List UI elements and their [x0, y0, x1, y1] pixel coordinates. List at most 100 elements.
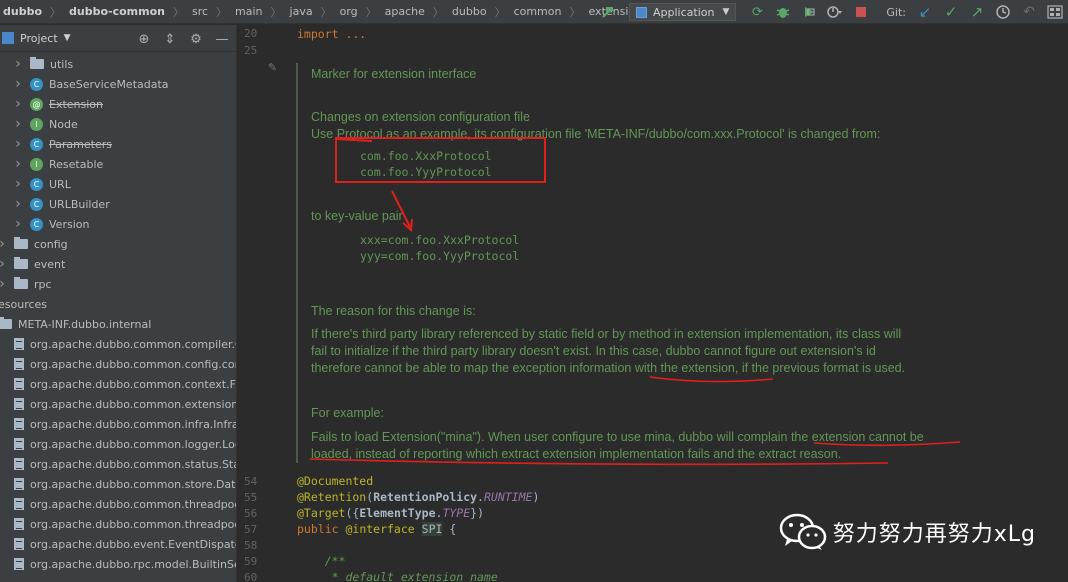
red-underline-annotation [649, 376, 774, 383]
tree-file-item[interactable]: org.apache.dubbo.common.infra.InfraAdapt [14, 414, 237, 434]
tree-file-item[interactable]: org.apache.dubbo.common.context.Framew [14, 374, 236, 394]
breadcrumb-item[interactable]: dubbo [449, 0, 490, 23]
tree-item[interactable]: › C URL [12, 174, 71, 194]
breadcrumb-item[interactable]: common [511, 0, 565, 23]
project-structure-icon[interactable] [1044, 1, 1066, 23]
build-hammer-icon[interactable] [597, 1, 619, 23]
tree-item[interactable]: › C URLBuilder [12, 194, 110, 214]
doc-reason-line: If there's third party library reference… [311, 327, 902, 341]
breadcrumb-item[interactable]: dubbo [0, 0, 45, 23]
tree-item[interactable]: › rpc [0, 274, 52, 294]
doc-reason-title: The reason for this change is: [311, 304, 476, 318]
chevron-right-icon[interactable]: › [12, 216, 24, 232]
text-file-icon [14, 378, 24, 390]
git-rollback-icon[interactable]: ↶ [1018, 1, 1040, 23]
chevron-right-icon[interactable]: › [12, 176, 24, 192]
tree-item[interactable]: › C BaseServiceMetadata [12, 74, 168, 94]
stop-icon[interactable] [850, 1, 872, 23]
code-editor[interactable]: 20 import ... 25 ✎ Marker for extension … [238, 25, 1068, 582]
chevron-right-icon[interactable]: › [12, 96, 24, 112]
breadcrumb-label: dubbo-common [69, 5, 165, 18]
tree-file-item[interactable]: org.apache.dubbo.common.status.StatusCh [14, 454, 236, 474]
tree-item[interactable]: META-INF.dubbo.internal [0, 314, 151, 334]
breadcrumb-label: org [339, 5, 358, 18]
breadcrumb-item[interactable]: src [189, 0, 211, 23]
tree-item-label: URL [49, 177, 71, 191]
tree-file-item[interactable]: org.apache.dubbo.rpc.model.BuiltinServic… [14, 554, 236, 574]
git-commit-check-icon[interactable]: ✓ [940, 1, 962, 23]
chevron-right-icon[interactable]: › [12, 156, 24, 172]
tree-item-label: org.apache.dubbo.common.infra.InfraAdapt [30, 417, 237, 431]
breadcrumb-item[interactable]: org [337, 0, 361, 23]
debug-bug-icon[interactable] [772, 1, 794, 23]
minimize-icon[interactable]: — [212, 29, 232, 49]
code-line[interactable]: @Documented [297, 474, 373, 488]
code-line[interactable]: @Retention(RetentionPolicy.RUNTIME) [297, 490, 539, 504]
chevron-right-icon[interactable]: › [12, 136, 24, 152]
text-file-icon [14, 338, 24, 350]
git-update-arrow-icon[interactable]: ↙ [914, 1, 936, 23]
red-underline-annotation [309, 458, 889, 466]
tree-file-item[interactable]: org.apache.dubbo.common.logger.LoggerAc [14, 434, 236, 454]
tree-item-label: org.apache.dubbo.common.status.StatusCh [30, 457, 236, 471]
tree-item[interactable]: › I Node [12, 114, 78, 134]
collapse-all-icon[interactable]: ⇕ [160, 29, 180, 49]
chevron-right-icon[interactable]: › [12, 56, 24, 72]
chevron-right-icon[interactable]: › [0, 276, 8, 292]
class-icon: C [30, 177, 43, 191]
tree-file-item[interactable]: org.apache.dubbo.common.threadpool.man [14, 494, 236, 514]
code-line[interactable]: public @interface SPI { [297, 522, 456, 536]
wechat-logo-icon [779, 513, 827, 551]
tree-item[interactable]: › utils [12, 54, 73, 74]
code-line[interactable]: /** [297, 554, 346, 568]
chevron-down-icon: ▼ [63, 33, 71, 43]
tree-file-item[interactable]: org.apache.dubbo.common.store.DataStore [14, 474, 236, 494]
run-configuration-select[interactable]: Application ▼ [629, 3, 737, 21]
chevron-right-icon[interactable]: › [12, 76, 24, 92]
settings-gear-icon[interactable]: ⚙ [186, 29, 206, 49]
text-file-icon [14, 498, 24, 510]
breadcrumb-label: dubbo [3, 5, 43, 18]
tree-item[interactable]: › C Parameters [12, 134, 112, 154]
breadcrumb-item[interactable]: main [232, 0, 265, 23]
import-statement[interactable]: import ... [297, 27, 366, 41]
tree-item[interactable]: esources [0, 294, 47, 314]
line-number: 58 [244, 539, 258, 552]
chevron-right-icon[interactable]: › [0, 236, 8, 252]
breadcrumb-label: java [289, 5, 313, 18]
run-configuration-label: Application [653, 5, 715, 19]
tree-file-item[interactable]: org.apache.dubbo.common.config.configce [14, 354, 236, 374]
tree-item[interactable]: › config [0, 234, 68, 254]
chevron-right-icon[interactable]: › [12, 116, 24, 132]
rerun-icon[interactable]: ⟳ [746, 1, 768, 23]
tree-file-item[interactable]: org.apache.dubbo.common.compiler.Compi [14, 334, 236, 354]
chevron-right-icon[interactable]: › [12, 196, 24, 212]
watermark-text: 努力努力再努力xLg [832, 522, 1036, 547]
locate-target-icon[interactable]: ⊕ [134, 29, 154, 49]
git-push-arrow-icon[interactable]: ↗ [966, 1, 988, 23]
doc-new-format-line: xxx=com.foo.XxxProtocol [360, 233, 520, 247]
tree-item[interactable]: › I Resetable [12, 154, 103, 174]
project-view-selector[interactable]: Project ▼ [0, 32, 71, 45]
edit-pencil-icon[interactable]: ✎ [268, 61, 277, 74]
tree-item[interactable]: › event [0, 254, 65, 274]
profile-icon[interactable] [824, 1, 846, 23]
breadcrumb-item[interactable]: java [287, 0, 316, 23]
tree-item-label: org.apache.dubbo.common.extension.Exten [30, 397, 236, 411]
code-line[interactable]: * default extension name [297, 570, 498, 582]
run-with-coverage-icon[interactable] [798, 1, 820, 23]
tree-file-item[interactable]: org.apache.dubbo.common.extension.Exten [14, 394, 236, 414]
git-history-clock-icon[interactable] [992, 1, 1014, 23]
navigation-bar: dubbo 〉 dubbo-common 〉 src 〉 main 〉 java 〉 org 〉 apa… [0, 0, 1068, 24]
class-icon: C [30, 77, 43, 91]
tree-item[interactable]: › C Version [12, 214, 89, 234]
tree-item[interactable]: › @ Extension [12, 94, 103, 114]
breadcrumb-item[interactable]: apache [382, 0, 428, 23]
code-line[interactable]: @Target({ElementType.TYPE}) [297, 506, 484, 520]
chevron-right-icon[interactable]: › [0, 256, 8, 272]
doc-marker-text: Marker for extension interface [311, 67, 477, 81]
breadcrumb-item[interactable]: dubbo-common [66, 0, 168, 23]
tree-file-item[interactable]: org.apache.dubbo.common.threadpool.Thre [14, 514, 236, 534]
tree-file-item[interactable]: org.apache.dubbo.event.EventDispatcher [14, 534, 236, 554]
line-number: 25 [244, 44, 258, 57]
